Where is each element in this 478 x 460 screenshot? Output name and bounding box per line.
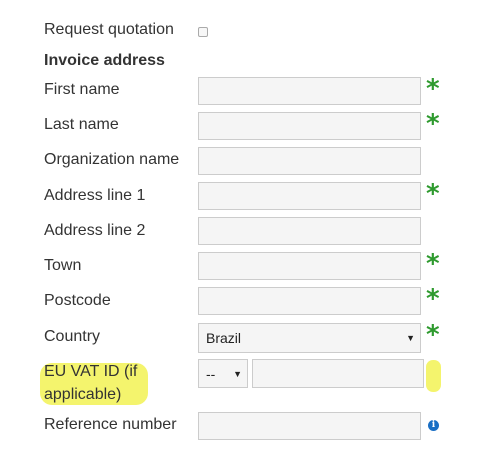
postcode-input[interactable] bbox=[198, 287, 421, 315]
vat-id-input[interactable] bbox=[252, 359, 424, 388]
country-select-value: Brazil bbox=[206, 330, 242, 346]
vat-id-label-line-1: EU VAT ID (if bbox=[44, 363, 138, 380]
dropdown-arrow-icon: ▼ bbox=[406, 333, 415, 343]
invoice-address-heading: Invoice address bbox=[44, 52, 165, 69]
first-name-label: First name bbox=[44, 81, 120, 98]
last-name-input[interactable] bbox=[198, 112, 421, 140]
request-quotation-checkbox[interactable] bbox=[198, 27, 208, 37]
last-name-label: Last name bbox=[44, 116, 119, 133]
town-input[interactable] bbox=[198, 252, 421, 280]
reference-number-label: Reference number bbox=[44, 416, 177, 433]
organization-name-input[interactable] bbox=[198, 147, 421, 175]
address-line-2-label: Address line 2 bbox=[44, 222, 146, 239]
vat-id-label-line-2: applicable) bbox=[44, 386, 122, 403]
required-marker: * bbox=[426, 249, 440, 279]
address-line-2-input[interactable] bbox=[198, 217, 421, 245]
town-label: Town bbox=[44, 257, 82, 274]
country-label: Country bbox=[44, 328, 101, 345]
required-marker: * bbox=[426, 320, 440, 350]
first-name-input[interactable] bbox=[198, 77, 421, 105]
postcode-label: Postcode bbox=[44, 292, 111, 309]
highlight-mark bbox=[426, 360, 441, 392]
address-line-1-label: Address line 1 bbox=[44, 187, 146, 204]
vat-prefix-value: -- bbox=[206, 366, 216, 382]
request-quotation-label: Request quotation bbox=[44, 21, 174, 38]
required-marker: * bbox=[426, 74, 440, 104]
info-icon[interactable]: i bbox=[428, 420, 439, 431]
reference-number-input[interactable] bbox=[198, 412, 421, 440]
country-select[interactable]: Brazil ▼ bbox=[198, 323, 421, 353]
required-marker: * bbox=[426, 179, 440, 209]
organization-name-label: Organization name bbox=[44, 151, 180, 168]
required-marker: * bbox=[426, 284, 440, 314]
required-marker: * bbox=[426, 109, 440, 139]
address-line-1-input[interactable] bbox=[198, 182, 421, 210]
dropdown-arrow-icon: ▼ bbox=[233, 369, 242, 379]
vat-country-prefix-select[interactable]: -- ▼ bbox=[198, 359, 248, 388]
